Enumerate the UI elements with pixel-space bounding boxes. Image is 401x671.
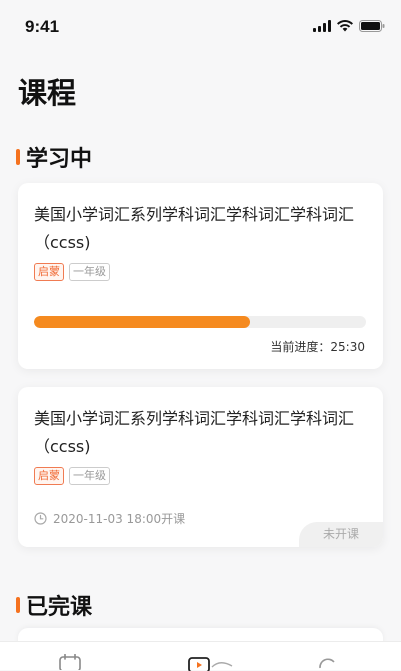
section-label: 学习中	[26, 147, 93, 172]
status-icons	[313, 20, 385, 32]
status-bar: 9:41	[0, 0, 401, 52]
page-title: 课程	[18, 76, 77, 110]
tag-grade: 一年级	[69, 467, 110, 485]
battery-icon	[359, 20, 385, 32]
course-title: 美国小学词汇系列学科词汇学科词汇学科词汇（ccss)	[34, 409, 355, 456]
progress-label: 当前进度：25:30	[270, 340, 365, 354]
course-tags: 启蒙 一年级	[34, 467, 110, 485]
clock-icon	[34, 512, 47, 525]
course-status-badge: 未开课	[299, 522, 383, 547]
schedule-text: 2020-11-03 18:00开课	[53, 512, 186, 526]
course-card[interactable]: 美国小学词汇系列学科词汇学科词汇学科词汇（ccss) 启蒙 一年级 当前进度：2…	[18, 183, 383, 369]
tag-level: 启蒙	[34, 263, 64, 281]
section-title-completed: 已完课	[16, 589, 92, 621]
course-title: 美国小学词汇系列学科词汇学科词汇学科词汇（ccss)	[34, 205, 355, 252]
tag-level: 启蒙	[34, 467, 64, 485]
course-tags: 启蒙 一年级	[34, 263, 110, 281]
progress-bar	[34, 316, 366, 328]
section-accent-bar	[16, 149, 20, 165]
section-title-learning: 学习中	[16, 141, 92, 173]
refresh-icon[interactable]	[317, 654, 337, 670]
status-time: 9:41	[25, 17, 60, 36]
tab-bar	[0, 641, 401, 671]
tag-grade: 一年级	[69, 263, 110, 281]
progress-fill	[34, 316, 250, 328]
section-label: 已完课	[26, 595, 93, 620]
course-card[interactable]: 美国小学词汇系列学科词汇学科词汇学科词汇（ccss) 启蒙 一年级 2020-1…	[18, 387, 383, 547]
calendar-icon[interactable]	[59, 654, 81, 670]
signal-icon	[313, 20, 331, 32]
wifi-icon	[337, 20, 353, 32]
section-accent-bar	[16, 597, 20, 613]
course-schedule: 2020-11-03 18:00开课	[34, 510, 185, 527]
